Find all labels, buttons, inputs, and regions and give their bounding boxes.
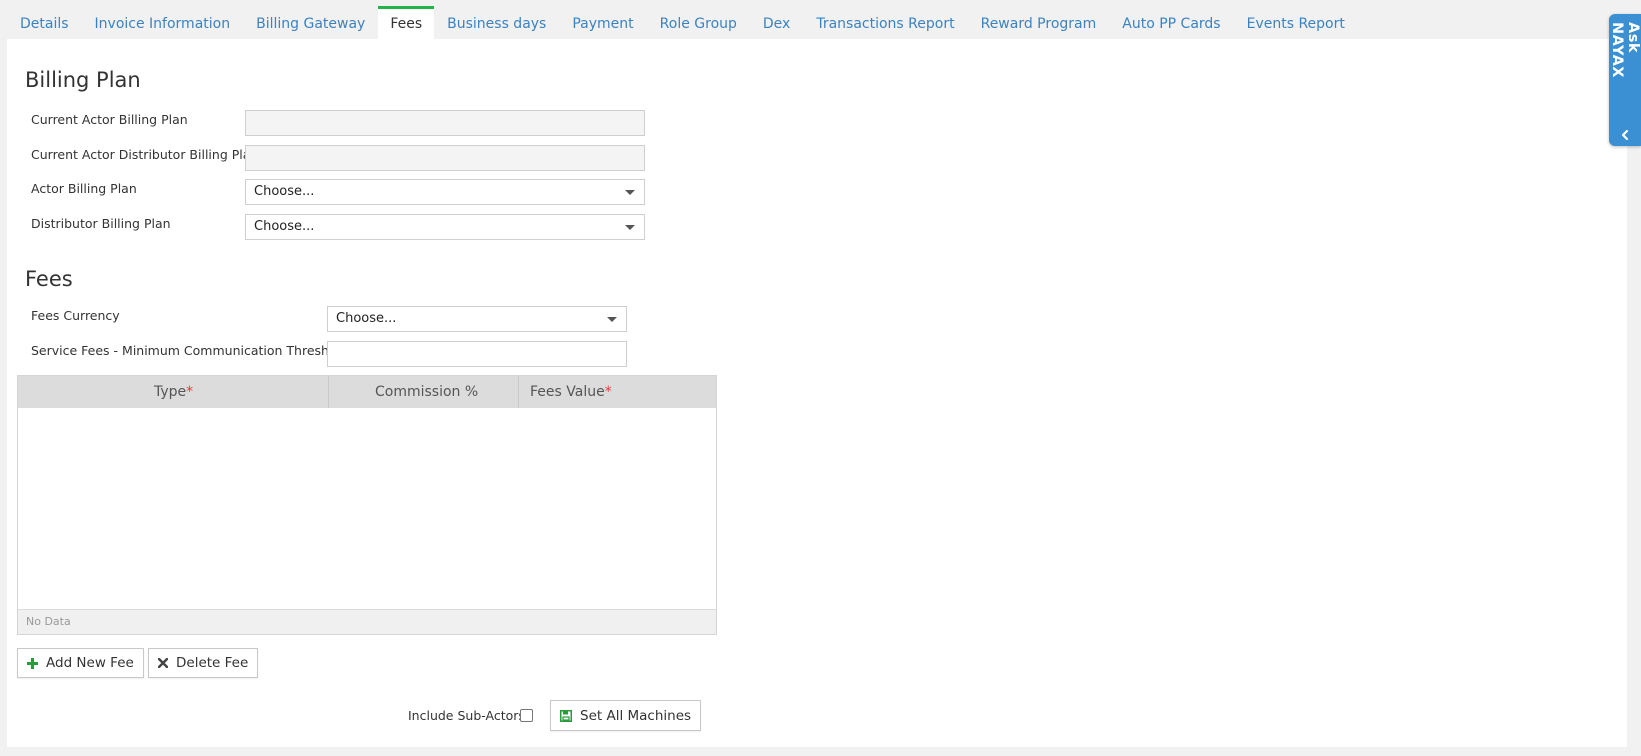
column-type-label: Type xyxy=(154,384,187,400)
caret-down-icon xyxy=(625,225,635,230)
billing-plan-title: Billing Plan xyxy=(25,68,141,92)
ask-nayax-widget[interactable]: Ask NAYAX xyxy=(1609,14,1641,146)
grid-header: Type* Commission % Fees Value* xyxy=(18,376,716,408)
tab-auto-pp-cards[interactable]: Auto PP Cards xyxy=(1109,8,1233,40)
save-icon xyxy=(560,709,572,722)
fees-currency-label: Fees Currency xyxy=(31,308,120,323)
tab-transactions-report[interactable]: Transactions Report xyxy=(803,8,967,40)
distributor-billing-plan-select[interactable]: Choose... xyxy=(245,214,645,240)
column-header-fees-value[interactable]: Fees Value* xyxy=(519,376,716,408)
required-marker: * xyxy=(604,384,612,400)
actor-billing-plan-select[interactable]: Choose... xyxy=(245,179,645,205)
service-fees-threshold-input[interactable] xyxy=(327,341,627,367)
column-header-type[interactable]: Type* xyxy=(18,376,329,408)
ask-nayax-label: Ask NAYAX xyxy=(1609,22,1641,78)
current-actor-distributor-billing-plan-field xyxy=(245,145,645,171)
service-fees-threshold-label: Service Fees - Minimum Communication Thr… xyxy=(31,343,349,358)
include-sub-actors-label: Include Sub-Actors xyxy=(408,708,525,723)
set-all-machines-label: Set All Machines xyxy=(580,707,692,724)
fees-currency-select[interactable]: Choose... xyxy=(327,306,627,332)
caret-down-icon xyxy=(607,317,617,322)
fees-grid: Type* Commission % Fees Value* No Data xyxy=(17,375,717,635)
tab-role-group[interactable]: Role Group xyxy=(647,8,750,40)
plus-icon xyxy=(27,657,38,669)
tab-payment[interactable]: Payment xyxy=(559,8,646,40)
fees-title: Fees xyxy=(25,267,73,291)
delete-fee-label: Delete Fee xyxy=(176,655,249,671)
tab-invoice-information[interactable]: Invoice Information xyxy=(82,8,244,40)
tab-details[interactable]: Details xyxy=(7,8,82,40)
tab-fees[interactable]: Fees xyxy=(378,6,435,40)
fees-panel: Billing Plan Current Actor Billing Plan … xyxy=(7,39,1627,747)
caret-down-icon xyxy=(625,190,635,195)
times-icon xyxy=(158,658,168,668)
column-fees-value-label: Fees Value xyxy=(530,384,605,400)
fees-currency-value: Choose... xyxy=(336,311,397,326)
actor-billing-plan-value: Choose... xyxy=(254,184,315,199)
add-new-fee-button[interactable]: Add New Fee xyxy=(17,648,144,678)
grid-footer-no-data: No Data xyxy=(18,609,716,634)
column-commission-label: Commission % xyxy=(375,384,479,400)
add-new-fee-label: Add New Fee xyxy=(46,655,134,671)
distributor-billing-plan-label: Distributor Billing Plan xyxy=(31,216,171,231)
chevron-left-icon[interactable] xyxy=(1618,128,1632,142)
tab-bar: Details Invoice Information Billing Gate… xyxy=(7,0,1627,40)
tab-reward-program[interactable]: Reward Program xyxy=(968,8,1110,40)
delete-fee-button[interactable]: Delete Fee xyxy=(148,648,259,678)
tab-business-days[interactable]: Business days xyxy=(434,8,559,40)
tab-events-report[interactable]: Events Report xyxy=(1234,8,1358,40)
include-sub-actors-checkbox[interactable] xyxy=(520,709,533,722)
current-actor-distributor-billing-plan-label: Current Actor Distributor Billing Plan xyxy=(31,147,259,162)
actor-billing-plan-label: Actor Billing Plan xyxy=(31,181,137,196)
column-header-commission[interactable]: Commission % xyxy=(329,376,519,408)
tab-dex[interactable]: Dex xyxy=(750,8,803,40)
distributor-billing-plan-value: Choose... xyxy=(254,219,315,234)
tab-billing-gateway[interactable]: Billing Gateway xyxy=(243,8,378,40)
current-actor-billing-plan-label: Current Actor Billing Plan xyxy=(31,112,188,127)
set-all-machines-button[interactable]: Set All Machines xyxy=(550,700,702,731)
required-marker: * xyxy=(186,384,194,400)
current-actor-billing-plan-field xyxy=(245,110,645,136)
